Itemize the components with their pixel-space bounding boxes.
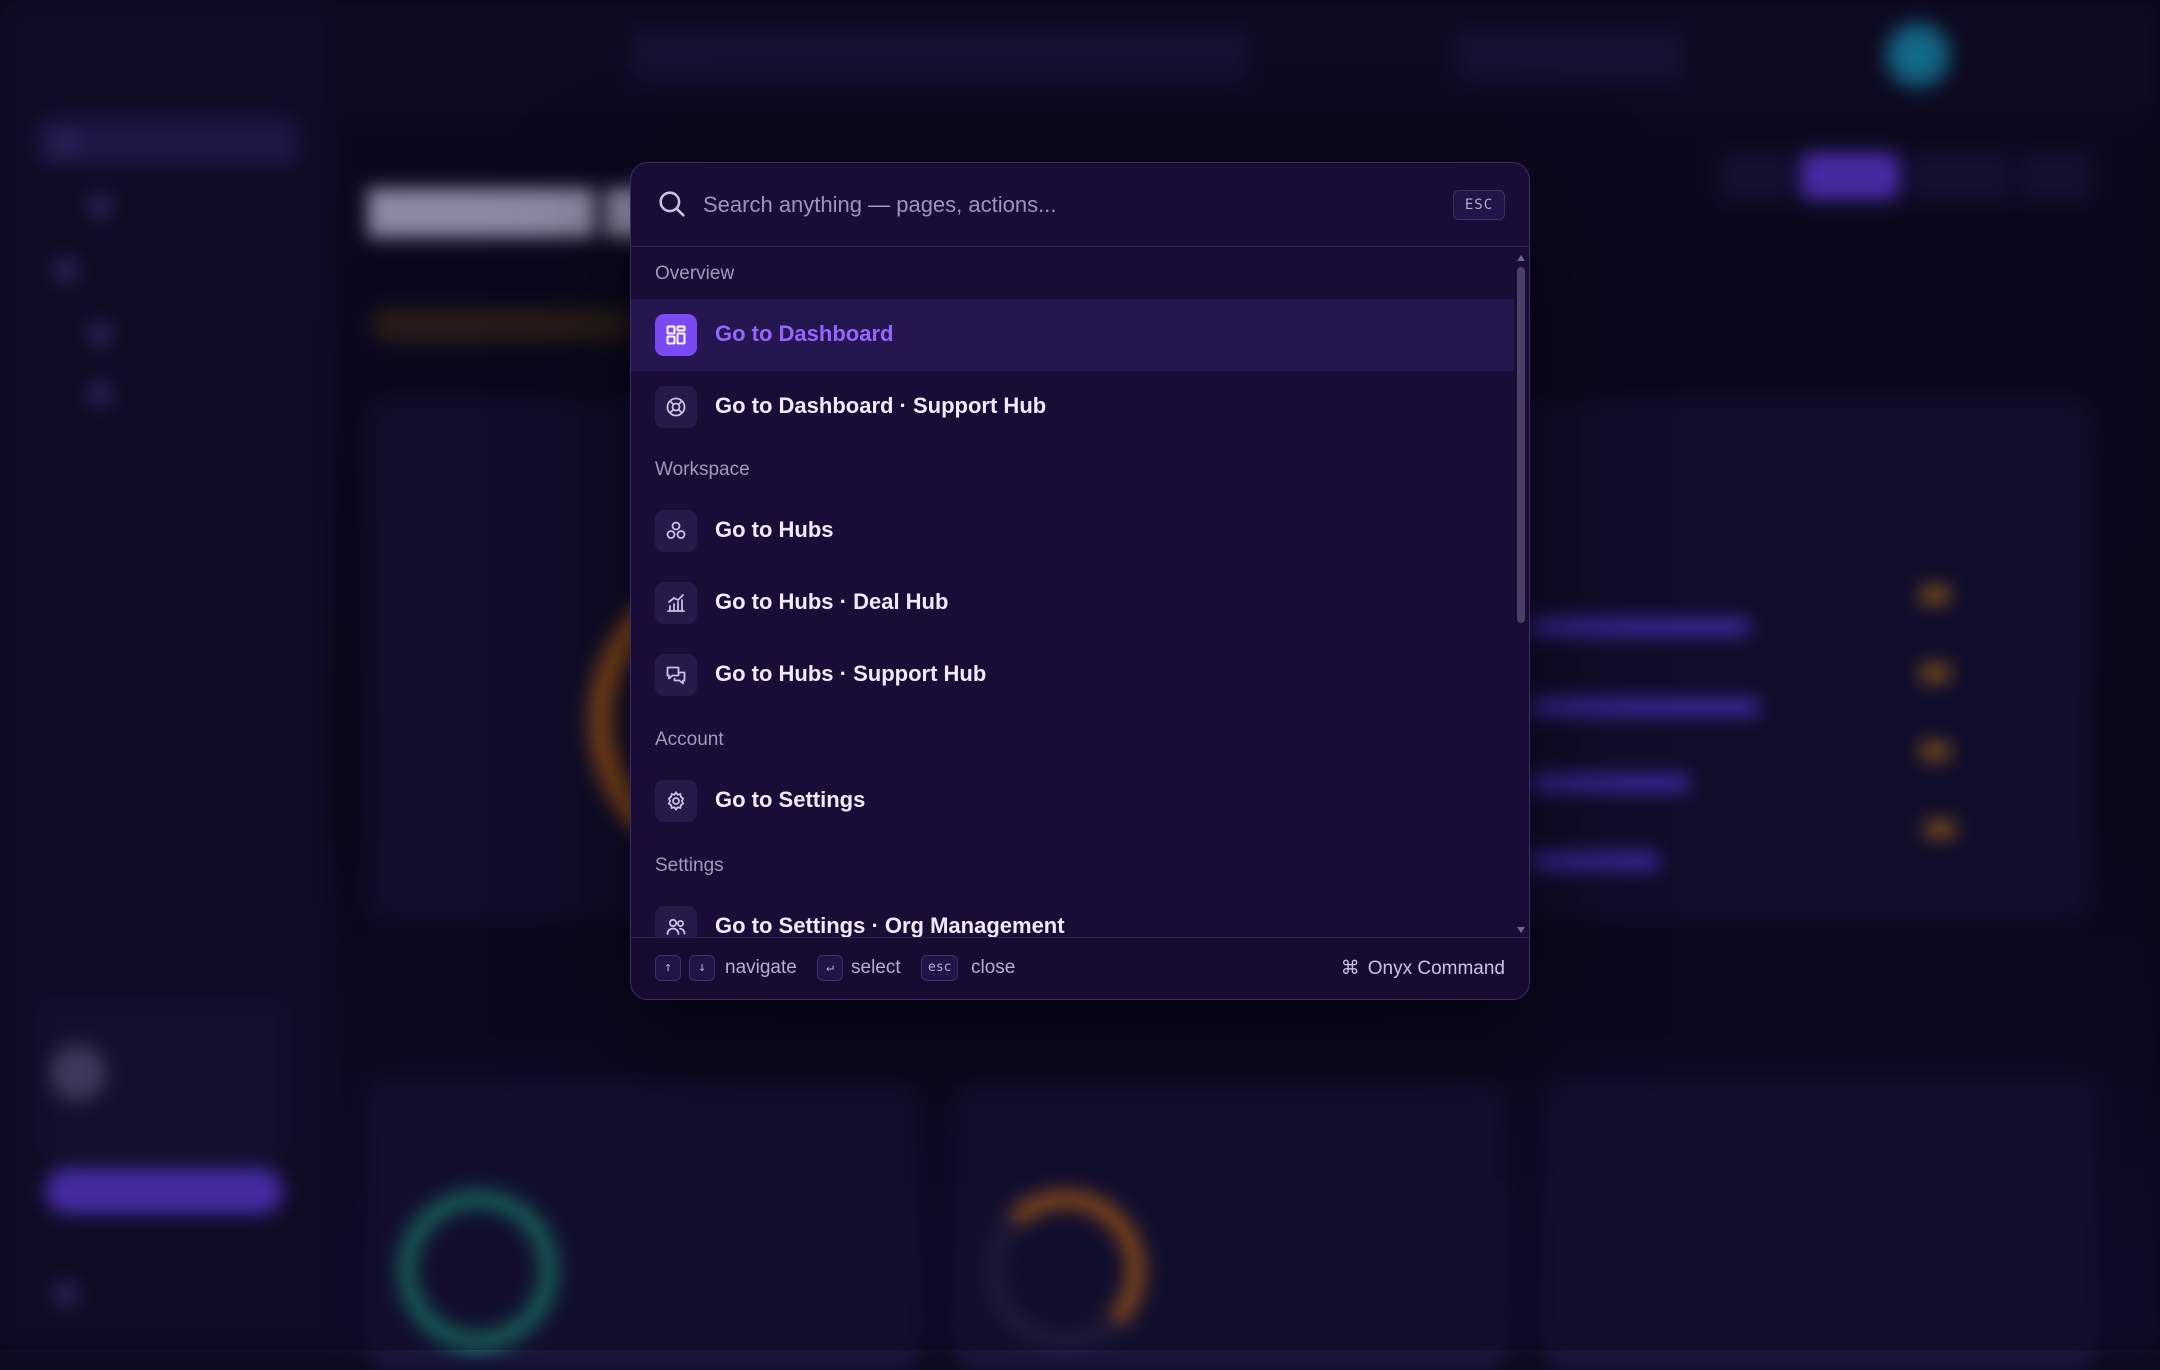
search-icon: [655, 187, 689, 221]
close-hint: close: [971, 957, 1015, 979]
result-item-label: Go to Hubs: [715, 517, 834, 543]
result-item-label: Go to Dashboard · Support Hub: [715, 393, 1046, 419]
result-item-label: Go to Hubs · Deal Hub: [715, 589, 948, 615]
command-search-input[interactable]: [701, 183, 1401, 227]
group-label-workspace: Workspace: [655, 459, 750, 481]
palette-brand: ⌘ Onyx Command: [1341, 957, 1505, 980]
command-key-icon: ⌘: [1341, 957, 1360, 979]
result-item-label: Go to Settings · Org Management: [715, 913, 1065, 937]
esc-key-badge[interactable]: ESC: [1453, 190, 1505, 220]
scroll-thumb[interactable]: [1517, 267, 1525, 623]
navigate-hint: navigate: [725, 957, 797, 979]
result-item-hubs[interactable]: Go to Hubs: [631, 495, 1514, 567]
scroll-up-arrow-icon[interactable]: [1517, 255, 1525, 261]
esc-key: esc: [921, 955, 958, 981]
users-icon: [655, 906, 697, 937]
result-item-settings[interactable]: Go to Settings: [631, 765, 1514, 837]
result-item-dashboard-support-hub[interactable]: Go to Dashboard · Support Hub: [631, 371, 1514, 443]
result-item-dashboard[interactable]: Go to Dashboard: [631, 299, 1514, 371]
result-item-hubs-deal-hub[interactable]: Go to Hubs · Deal Hub: [631, 567, 1514, 639]
results-list: Overview Go to Dashboard Go to Dashboard…: [631, 247, 1529, 937]
lifebuoy-icon: [655, 386, 697, 428]
enter-key: ↵: [817, 955, 843, 981]
group-label-account: Account: [655, 729, 724, 751]
palette-footer: ↑ ↓ navigate ↵ select esc close ⌘ Onyx Co…: [631, 937, 1529, 999]
group-label-settings: Settings: [655, 855, 724, 877]
hubs-cluster-icon: [655, 510, 697, 552]
select-hint: select: [851, 957, 901, 979]
gear-icon: [655, 780, 697, 822]
results-scrollbar[interactable]: [1513, 251, 1529, 937]
result-item-label: Go to Hubs · Support Hub: [715, 661, 986, 687]
palette-search-row: ESC: [631, 163, 1529, 247]
up-arrow-key: ↑: [655, 955, 681, 981]
dashboard-grid-icon: [655, 314, 697, 356]
result-item-hubs-support-hub[interactable]: Go to Hubs · Support Hub: [631, 639, 1514, 711]
group-label-overview: Overview: [655, 263, 734, 285]
command-palette: ESC Overview Go to Dashboard Go to D: [630, 162, 1530, 1000]
chat-bubbles-icon: [655, 654, 697, 696]
result-item-settings-org-management[interactable]: Go to Settings · Org Management: [631, 891, 1514, 937]
scroll-down-arrow-icon[interactable]: [1517, 927, 1525, 933]
result-item-label: Go to Dashboard: [715, 321, 893, 347]
chart-trend-icon: [655, 582, 697, 624]
brand-label: Onyx Command: [1368, 958, 1505, 979]
down-arrow-key: ↓: [689, 955, 715, 981]
result-item-label: Go to Settings: [715, 787, 865, 813]
